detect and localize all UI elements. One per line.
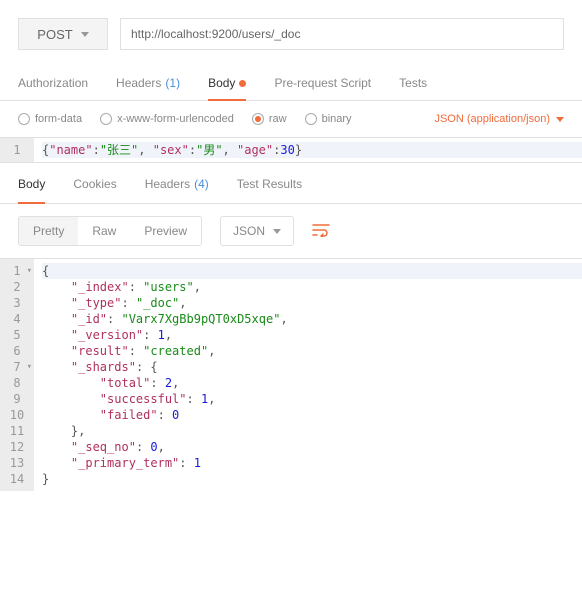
radio-icon	[252, 113, 264, 125]
code-line: },	[42, 423, 574, 439]
radio-icon	[18, 113, 30, 125]
line-number: 1	[0, 142, 34, 158]
request-tabs: Authorization Headers (1) Body Pre-reque…	[0, 66, 582, 101]
code-line: "_version": 1,	[42, 327, 574, 343]
wrap-line-button[interactable]	[306, 217, 336, 246]
code-line: {	[42, 263, 582, 279]
code-line: "result": "created",	[42, 343, 574, 359]
request-bar: POST http://localhost:9200/users/_doc	[0, 0, 582, 66]
view-mode-group: Pretty Raw Preview	[18, 216, 202, 246]
code-area[interactable]: { "_index": "users", "_type": "_doc", "_…	[34, 259, 582, 491]
tab-authorization[interactable]: Authorization	[18, 66, 88, 100]
gutter: 1 2 3 4 5 6 7 8 9 10 11 12 13 14	[0, 259, 34, 491]
line-number: 13	[0, 455, 34, 471]
chevron-down-icon	[81, 32, 89, 37]
code-line: "_shards": {	[42, 359, 574, 375]
tab-body[interactable]: Body	[208, 66, 246, 100]
resp-tab-body[interactable]: Body	[18, 177, 45, 203]
line-number: 6	[0, 343, 34, 359]
chevron-down-icon	[273, 229, 281, 234]
line-number: 5	[0, 327, 34, 343]
code-line: "_primary_term": 1	[42, 455, 574, 471]
chevron-down-icon	[556, 117, 564, 122]
resp-tab-cookies[interactable]: Cookies	[73, 177, 116, 203]
content-type-select[interactable]: JSON (application/json)	[434, 113, 564, 125]
tab-prerequest[interactable]: Pre-request Script	[274, 66, 371, 100]
url-text: http://localhost:9200/users/_doc	[131, 27, 300, 41]
line-number: 4	[0, 311, 34, 327]
line-number: 14	[0, 471, 34, 487]
response-body-editor[interactable]: 1 2 3 4 5 6 7 8 9 10 11 12 13 14 { "_ind…	[0, 258, 582, 491]
line-number: 1	[0, 263, 34, 279]
code-line: }	[42, 471, 574, 487]
code-line: "total": 2,	[42, 375, 574, 391]
lang-select[interactable]: JSON	[220, 216, 294, 246]
line-number: 2	[0, 279, 34, 295]
resp-tab-testresults[interactable]: Test Results	[237, 177, 302, 203]
radio-raw[interactable]: raw	[252, 113, 287, 125]
line-number: 8	[0, 375, 34, 391]
response-tabs: Body Cookies Headers (4) Test Results	[0, 163, 582, 204]
code-line: "failed": 0	[42, 407, 574, 423]
code-line: "_index": "users",	[42, 279, 574, 295]
line-number: 7	[0, 359, 34, 375]
code-line: "_seq_no": 0,	[42, 439, 574, 455]
wrap-icon	[312, 223, 330, 237]
method-select[interactable]: POST	[18, 18, 108, 50]
pretty-button[interactable]: Pretty	[19, 217, 78, 245]
tab-headers[interactable]: Headers (1)	[116, 66, 180, 100]
line-number: 9	[0, 391, 34, 407]
code-area[interactable]: {"name":"张三", "sex":"男", "age":30}	[34, 138, 582, 162]
resp-tab-headers[interactable]: Headers (4)	[145, 177, 209, 203]
code-line: {"name":"张三", "sex":"男", "age":30}	[42, 142, 582, 158]
radio-icon	[305, 113, 317, 125]
radio-urlencoded[interactable]: x-www-form-urlencoded	[100, 113, 234, 125]
raw-button[interactable]: Raw	[78, 217, 130, 245]
radio-binary[interactable]: binary	[305, 113, 352, 125]
code-line: "_type": "_doc",	[42, 295, 574, 311]
radio-icon	[100, 113, 112, 125]
gutter: 1	[0, 138, 34, 162]
body-type-row: form-data x-www-form-urlencoded raw bina…	[0, 101, 582, 137]
preview-button[interactable]: Preview	[130, 217, 201, 245]
line-number: 12	[0, 439, 34, 455]
code-line: "successful": 1,	[42, 391, 574, 407]
dot-icon	[239, 80, 246, 87]
code-line: "_id": "Varx7XgBb9pQT0xD5xqe",	[42, 311, 574, 327]
response-toolbar: Pretty Raw Preview JSON	[0, 204, 582, 258]
request-body-editor[interactable]: 1 {"name":"张三", "sex":"男", "age":30}	[0, 137, 582, 162]
line-number: 11	[0, 423, 34, 439]
line-number: 3	[0, 295, 34, 311]
tab-tests[interactable]: Tests	[399, 66, 427, 100]
radio-form-data[interactable]: form-data	[18, 113, 82, 125]
line-number: 10	[0, 407, 34, 423]
url-input[interactable]: http://localhost:9200/users/_doc	[120, 18, 564, 50]
method-label: POST	[37, 27, 72, 42]
